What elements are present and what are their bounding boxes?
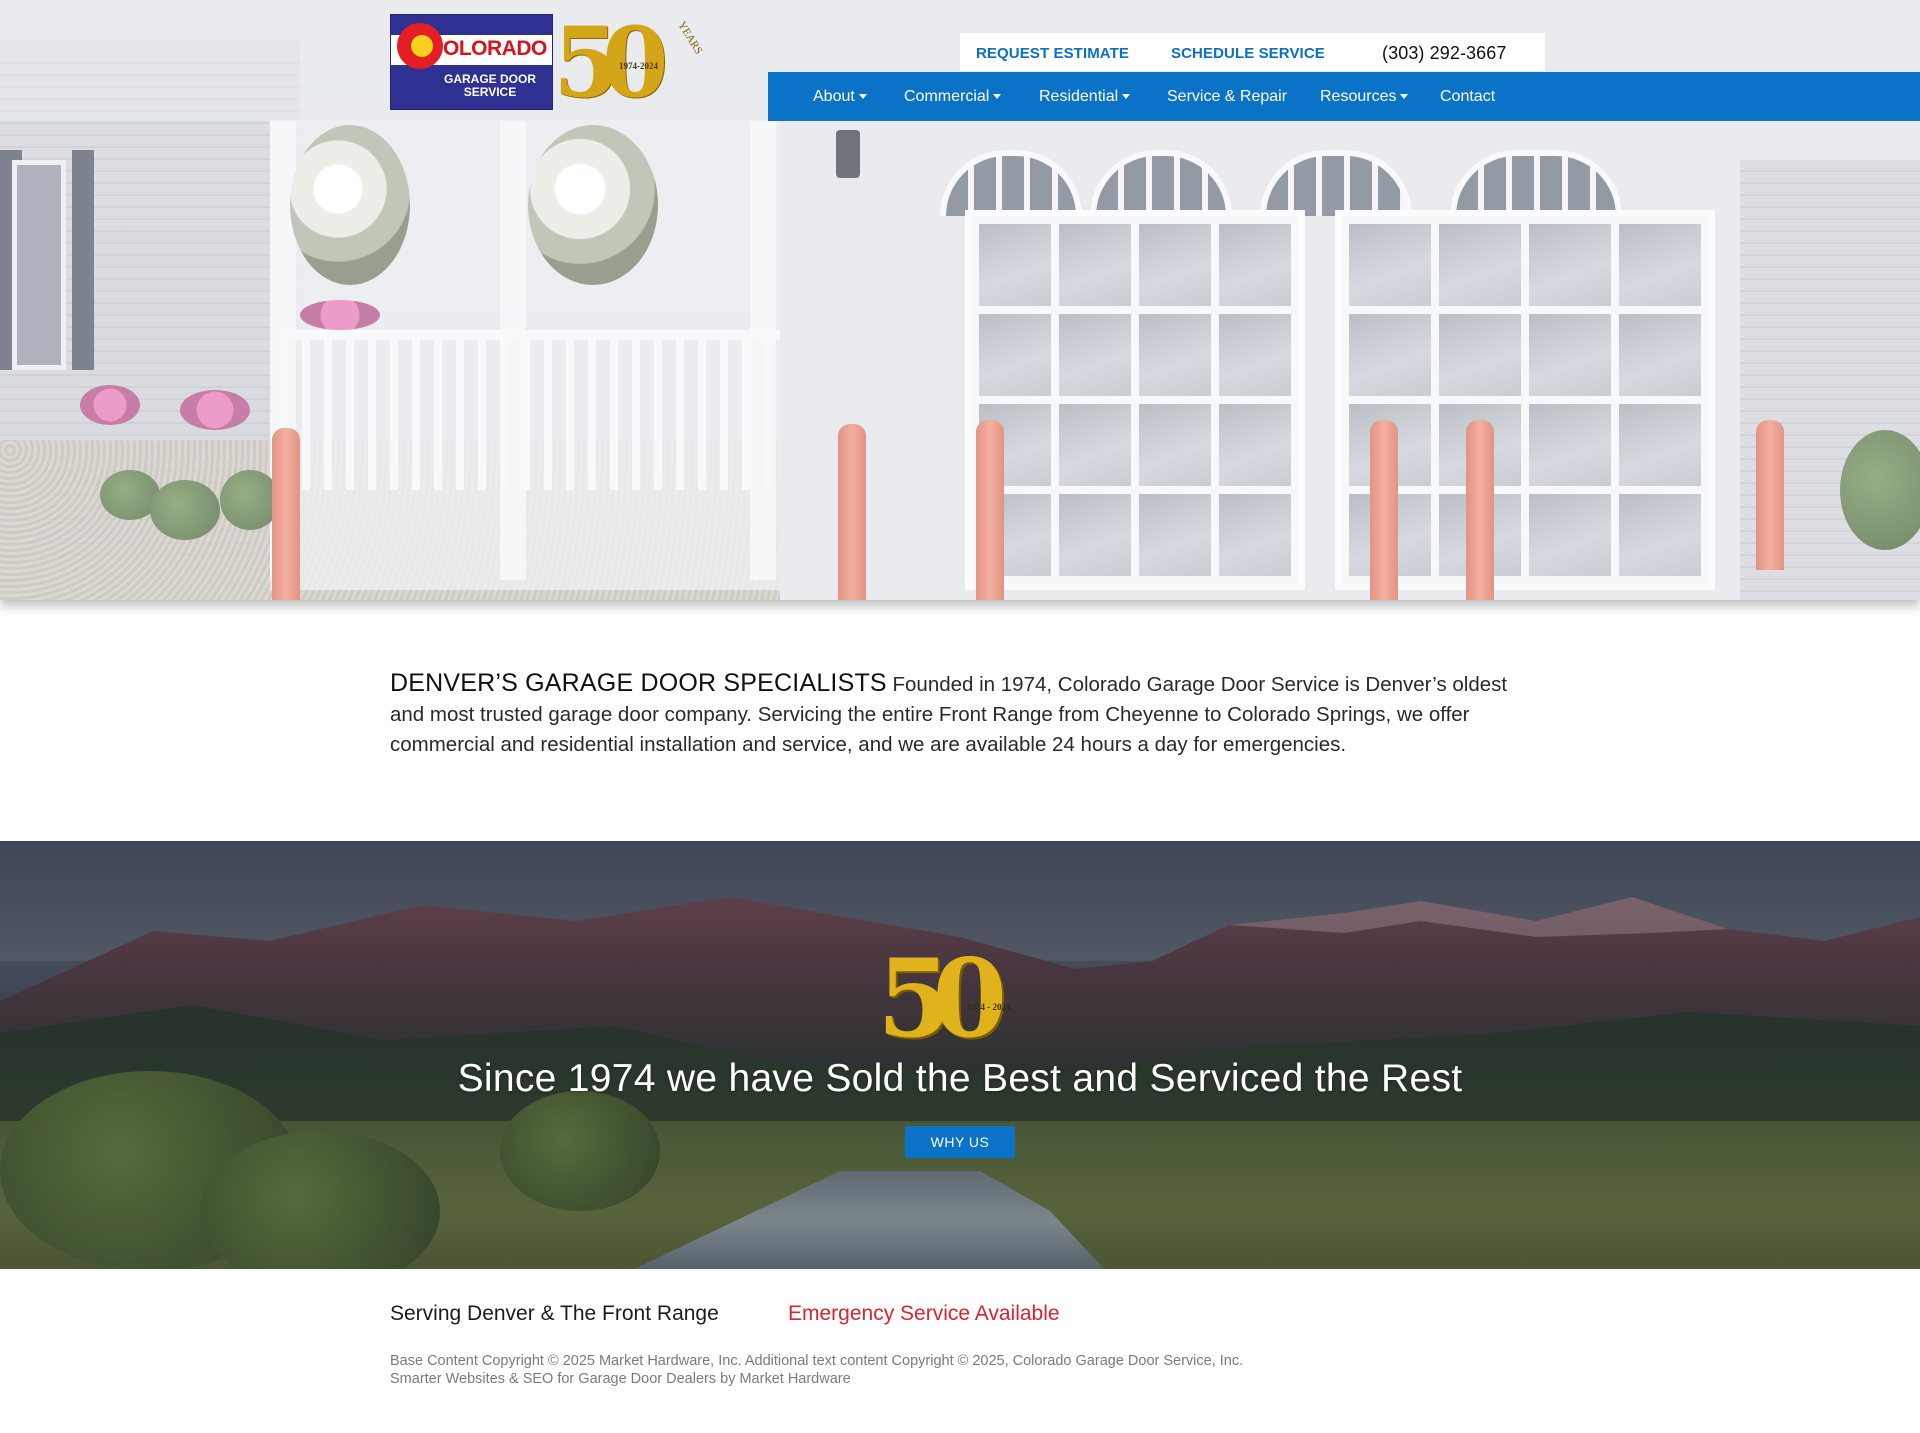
anniversary-range: 1974-2024 <box>619 61 658 71</box>
request-estimate-link[interactable]: REQUEST ESTIMATE <box>976 45 1129 62</box>
schedule-service-link[interactable]: SCHEDULE SERVICE <box>1171 45 1325 62</box>
anniversary-badge: 50 YEARS 1974-2024 <box>553 6 705 119</box>
caret-down-icon <box>1122 94 1131 100</box>
emergency-service-text: Emergency Service Available <box>788 1302 1060 1325</box>
banner-title: Since 1974 we have Sold the Best and Ser… <box>457 1057 1463 1100</box>
colorado-logo: OLORADO GARAGE DOOR SERVICE <box>390 14 553 110</box>
nav-item-contact[interactable]: Contact <box>1440 88 1495 106</box>
nav-item-service-repair[interactable]: Service & Repair <box>1167 88 1287 106</box>
top-utility-bar: REQUEST ESTIMATE SCHEDULE SERVICE (303) … <box>960 33 1545 71</box>
nav-label: Commercial <box>904 88 990 105</box>
anniversary-badge-large: 50 1974 - 2024 <box>873 936 1049 1062</box>
colorado-c-icon <box>397 23 443 69</box>
nav-label: Contact <box>1440 88 1496 105</box>
nav-item-commercial[interactable]: Commercial <box>904 88 1002 106</box>
caret-down-icon <box>1400 94 1409 100</box>
logo-brand-word: OLORADO <box>443 37 547 60</box>
site-logo[interactable]: OLORADO GARAGE DOOR SERVICE 50 YEARS 197… <box>390 6 705 119</box>
intro-section: DENVER’S GARAGE DOOR SPECIALISTS Founded… <box>390 668 1540 760</box>
main-nav: About Commercial Residential Service & R… <box>768 72 1920 121</box>
nav-item-about[interactable]: About <box>813 88 867 106</box>
anniversary-number: 50 <box>877 936 1007 1062</box>
nav-label: Residential <box>1039 88 1119 105</box>
nav-item-residential[interactable]: Residential <box>1039 88 1131 106</box>
nav-item-resources[interactable]: Resources <box>1320 88 1409 106</box>
caret-down-icon <box>858 94 867 100</box>
serving-area-text: Serving Denver & The Front Range <box>390 1302 719 1325</box>
nav-label: Service & Repair <box>1167 88 1288 105</box>
anniversary-years: YEARS <box>675 19 705 57</box>
phone-link[interactable]: (303) 292-3667 <box>1382 43 1507 64</box>
copyright-text: Base Content Copyright © 2025 Market Har… <box>390 1353 1244 1387</box>
why-us-button[interactable]: WHY US <box>905 1126 1015 1158</box>
caret-down-icon <box>993 94 1002 100</box>
intro-heading: DENVER’S GARAGE DOOR SPECIALISTS <box>390 669 887 697</box>
anniversary-range: 1974 - 2024 <box>967 1002 1011 1012</box>
logo-brand-sub: GARAGE DOOR SERVICE <box>443 72 536 99</box>
nav-label: About <box>813 88 855 105</box>
nav-label: Resources <box>1320 88 1397 105</box>
